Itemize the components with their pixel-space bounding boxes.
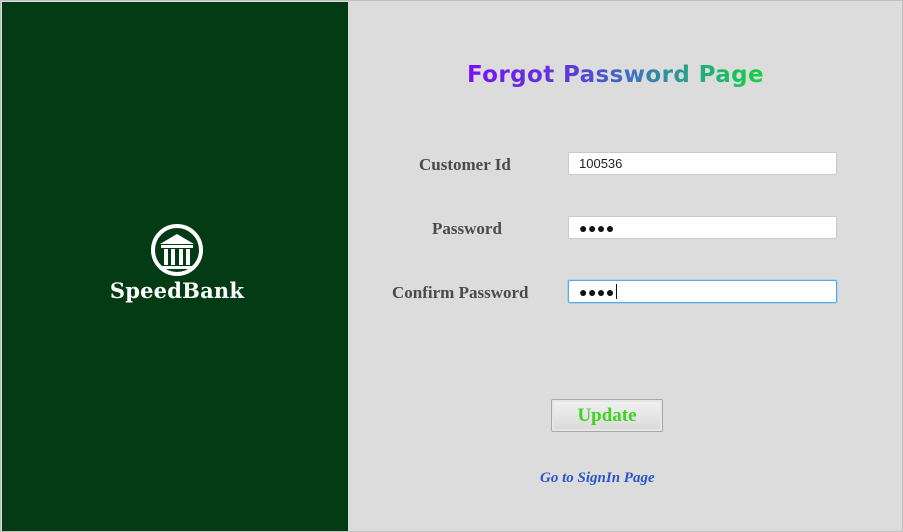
customer-id-label: Customer Id [419,155,511,174]
page-title: Forgot Password Page [467,62,765,88]
password-masked-value: ●●●● [579,219,615,236]
forgot-password-form: Forgot Password Page Customer Id 100536 … [349,2,902,531]
brand-name: SpeedBank [109,278,245,303]
brand-panel: SpeedBank [2,2,348,531]
password-input[interactable]: ●●●● [568,216,837,239]
confirm-password-masked-value: ●●●● [579,283,615,300]
app-window: SpeedBank Forgot Password Page Customer … [0,0,903,532]
password-label: Password [432,219,502,238]
update-button[interactable]: Update [551,399,663,432]
customer-id-value: 100536 [579,156,623,171]
signin-page-link[interactable]: Go to SignIn Page [540,470,655,487]
customer-id-input[interactable]: 100536 [568,152,837,175]
confirm-password-input[interactable]: ●●●● [568,280,837,303]
confirm-password-label: Confirm Password [392,283,529,302]
text-caret [615,284,617,299]
bank-building-icon [151,224,203,276]
